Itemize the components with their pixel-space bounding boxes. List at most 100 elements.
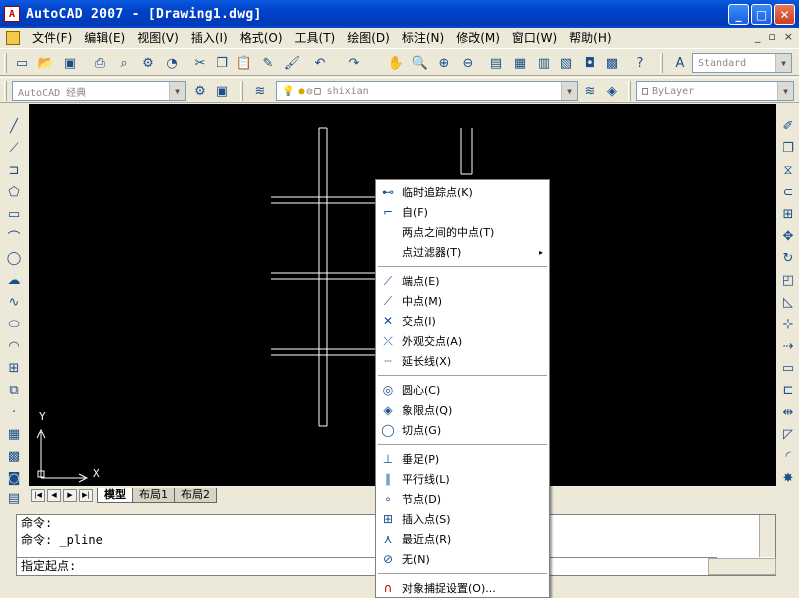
- last-tab-button[interactable]: ▶|: [79, 488, 93, 502]
- doc-close-button[interactable]: ×: [784, 30, 793, 43]
- menu-window[interactable]: 窗口(W): [506, 29, 563, 47]
- toolbar-grip[interactable]: [628, 81, 631, 101]
- command-scrollbar[interactable]: [759, 515, 775, 557]
- menu-item-nearest[interactable]: ⋏ 最近点(R): [376, 529, 549, 549]
- tab-model[interactable]: 模型: [97, 487, 133, 503]
- new-file-icon[interactable]: ▭: [12, 53, 32, 73]
- pan-icon[interactable]: ✋: [386, 53, 406, 73]
- ellipse-icon[interactable]: ⬭: [4, 314, 24, 334]
- help-icon[interactable]: ?: [630, 53, 650, 73]
- menu-item-apparent-intersection[interactable]: ⤫ 外观交点(A): [376, 331, 549, 351]
- zoom-window-icon[interactable]: ⊕: [434, 53, 454, 73]
- save-icon[interactable]: ▣: [60, 53, 80, 73]
- ellipse-arc-icon[interactable]: ◠: [4, 336, 24, 356]
- region-icon[interactable]: ◙: [4, 468, 24, 488]
- construction-line-icon[interactable]: ⟋: [4, 138, 24, 158]
- first-tab-button[interactable]: |◀: [31, 488, 45, 502]
- zoom-realtime-icon[interactable]: 🔍: [410, 53, 430, 73]
- next-tab-button[interactable]: ▶: [63, 488, 77, 502]
- minimize-button[interactable]: _: [728, 4, 749, 25]
- menu-item-center[interactable]: ◎ 圆心(C): [376, 380, 549, 400]
- etransmit-icon[interactable]: ◔: [162, 53, 182, 73]
- paste-icon[interactable]: 📋: [234, 53, 254, 73]
- open-file-icon[interactable]: 📂: [36, 53, 56, 73]
- layer-manager-icon[interactable]: ≋: [250, 81, 270, 101]
- menu-item-quadrant[interactable]: ◈ 象限点(Q): [376, 400, 549, 420]
- doc-minimize-button[interactable]: _: [755, 30, 761, 43]
- publish-icon[interactable]: ⚙: [138, 53, 158, 73]
- break-icon[interactable]: ⊏: [778, 380, 798, 400]
- command-prompt[interactable]: 指定起点:: [17, 557, 717, 575]
- menu-edit[interactable]: 编辑(E): [78, 29, 131, 47]
- menu-item-intersection[interactable]: ✕ 交点(I): [376, 311, 549, 331]
- erase-icon[interactable]: ✐: [778, 116, 798, 136]
- layer-on-icon[interactable]: 💡: [282, 86, 294, 97]
- table-icon[interactable]: ▤: [4, 488, 24, 508]
- workspace-settings-icon[interactable]: ⚙: [190, 81, 210, 101]
- menu-item-parallel[interactable]: ∥ 平行线(L): [376, 469, 549, 489]
- previous-tab-button[interactable]: ◀: [47, 488, 61, 502]
- undo-icon[interactable]: ↶: [310, 53, 330, 73]
- spline-icon[interactable]: ∿: [4, 292, 24, 312]
- circle-icon[interactable]: ◯: [4, 248, 24, 268]
- array-icon[interactable]: ⊞: [778, 204, 798, 224]
- rectangle-icon[interactable]: ▭: [4, 204, 24, 224]
- menu-item-insertion[interactable]: ⊞ 插入点(S): [376, 509, 549, 529]
- color-combo[interactable]: □ ByLayer ▼: [636, 81, 794, 101]
- menu-item-temp-track[interactable]: ⊷ 临时追踪点(K): [376, 182, 549, 202]
- menu-item-none[interactable]: ⊘ 无(N): [376, 549, 549, 569]
- menu-view[interactable]: 视图(V): [131, 29, 185, 47]
- line-icon[interactable]: ╱: [4, 116, 24, 136]
- plot-preview-icon[interactable]: ⌕: [114, 53, 134, 73]
- copy-object-icon[interactable]: ❐: [778, 138, 798, 158]
- match-properties-icon[interactable]: ✎: [258, 53, 278, 73]
- layer-freeze-icon[interactable]: ●: [298, 86, 304, 97]
- layer-lock-icon[interactable]: ◍: [306, 86, 312, 97]
- horizontal-scrollbar[interactable]: [708, 558, 776, 575]
- break-at-point-icon[interactable]: ▭: [778, 358, 798, 378]
- chevron-down-icon[interactable]: ▼: [775, 54, 791, 72]
- rotate-icon[interactable]: ↻: [778, 248, 798, 268]
- workspace-combo[interactable]: AutoCAD 经典 ▼: [12, 81, 186, 101]
- design-center-icon[interactable]: ▦: [510, 53, 530, 73]
- chevron-down-icon[interactable]: ▼: [169, 82, 185, 100]
- menu-item-osnap-settings[interactable]: ∩ 对象捕捉设置(O)...: [376, 578, 549, 598]
- tool-palettes-icon[interactable]: ▥: [534, 53, 554, 73]
- plot-icon[interactable]: ⎙: [90, 53, 110, 73]
- fillet-icon[interactable]: ◜: [778, 446, 798, 466]
- layer-combo[interactable]: 💡 ● ◍ □ shixian ▼: [276, 81, 578, 101]
- trim-icon[interactable]: ⊹: [778, 314, 798, 334]
- copy-icon[interactable]: ❐: [212, 53, 232, 73]
- chamfer-icon[interactable]: ◸: [778, 424, 798, 444]
- zoom-previous-icon[interactable]: ⊖: [458, 53, 478, 73]
- toolbar-grip[interactable]: [4, 53, 7, 73]
- mirror-icon[interactable]: ⧖: [778, 160, 798, 180]
- extend-icon[interactable]: ⇢: [778, 336, 798, 356]
- polyline-icon[interactable]: ⊐: [4, 160, 24, 180]
- insert-block-icon[interactable]: ⊞: [4, 358, 24, 378]
- layer-previous-icon[interactable]: ◈: [602, 81, 622, 101]
- scale-icon[interactable]: ◰: [778, 270, 798, 290]
- menu-item-extension[interactable]: ┈ 延长线(X): [376, 351, 549, 371]
- stretch-icon[interactable]: ◺: [778, 292, 798, 312]
- menu-file[interactable]: 文件(F): [26, 29, 78, 47]
- toolbar-grip[interactable]: [660, 53, 663, 73]
- gradient-icon[interactable]: ▩: [4, 446, 24, 466]
- menu-tools[interactable]: 工具(T): [289, 29, 342, 47]
- calculator-icon[interactable]: ▩: [602, 53, 622, 73]
- menu-format[interactable]: 格式(O): [234, 29, 289, 47]
- sheet-set-icon[interactable]: ▧: [556, 53, 576, 73]
- text-style-icon[interactable]: A: [670, 53, 690, 73]
- join-icon[interactable]: ⇹: [778, 402, 798, 422]
- menu-item-point-filters[interactable]: 点过滤器(T) ▸: [376, 242, 549, 262]
- cut-icon[interactable]: ✂: [190, 53, 210, 73]
- menu-item-node[interactable]: ∘ 节点(D): [376, 489, 549, 509]
- toolbar-grip[interactable]: [240, 81, 243, 101]
- menu-item-tangent[interactable]: ◯ 切点(G): [376, 420, 549, 440]
- layer-color-icon[interactable]: □: [315, 86, 321, 97]
- menu-insert[interactable]: 插入(I): [185, 29, 234, 47]
- toolbar-grip[interactable]: [4, 81, 7, 101]
- menu-item-from[interactable]: ⌐ 自(F): [376, 202, 549, 222]
- close-button[interactable]: ✕: [774, 4, 795, 25]
- make-block-icon[interactable]: ⧉: [4, 380, 24, 400]
